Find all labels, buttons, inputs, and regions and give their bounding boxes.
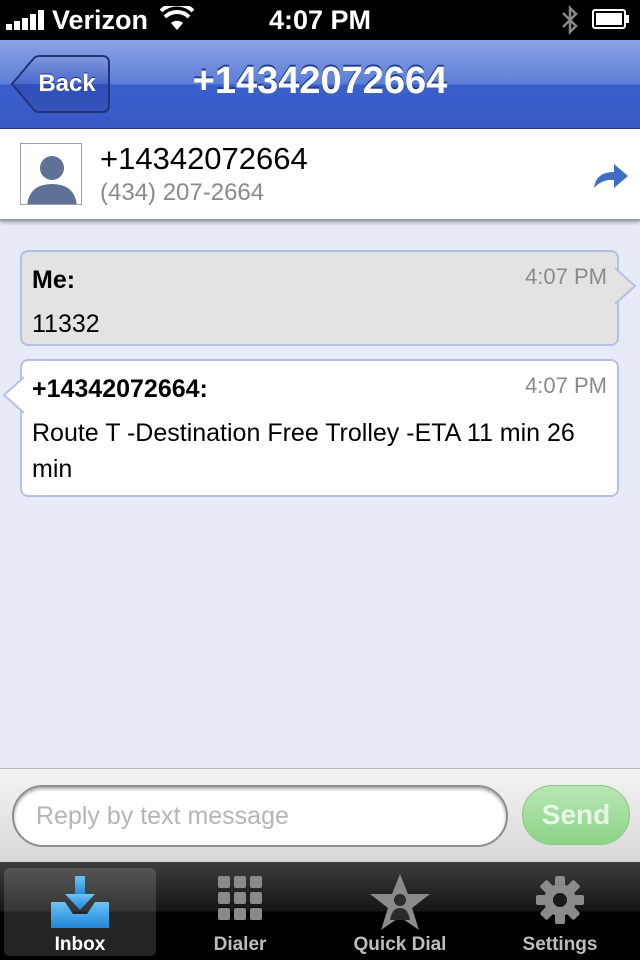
message-sender: +14342072664:: [32, 375, 208, 403]
back-button-label: Back: [38, 70, 96, 97]
gear-icon: [536, 876, 584, 924]
bubble-tail: [615, 267, 637, 305]
status-time: 4:07 PM: [268, 5, 372, 35]
tab-settings[interactable]: Settings: [484, 868, 636, 956]
star-person-icon: [370, 874, 430, 930]
battery-icon: [592, 9, 629, 29]
avatar: [20, 143, 82, 205]
tab-dialer[interactable]: Dialer: [164, 868, 316, 956]
tab-bar: Inbox Dialer Quick Dial Settings: [0, 862, 640, 960]
message-bubble-incoming[interactable]: +14342072664: 4:07 PM Route T -Destinati…: [2, 359, 619, 497]
person-silhouette-icon: [21, 144, 81, 204]
reply-bar: Send: [0, 768, 640, 862]
tab-label: Inbox: [54, 934, 106, 955]
status-bar: Verizon 4:07 PM: [0, 0, 640, 40]
reply-input[interactable]: [12, 785, 508, 847]
bluetooth-icon: [562, 4, 578, 36]
message-text: Route T -Destination Free Trolley -ETA 1…: [32, 419, 575, 483]
tab-label: Dialer: [213, 934, 267, 955]
bubble-tail: [2, 376, 24, 414]
forward-arrow-icon[interactable]: [592, 162, 630, 190]
contact-phone: (434) 207-2664: [100, 179, 265, 206]
message-bubble-outgoing[interactable]: Me: 4:07 PM 11332: [20, 250, 637, 346]
tab-label: Settings: [522, 934, 598, 955]
message-sender: Me:: [32, 266, 76, 294]
message-time: 4:07 PM: [525, 373, 607, 398]
tab-quick-dial[interactable]: Quick Dial: [324, 868, 476, 956]
tab-label: Quick Dial: [353, 934, 447, 955]
message-time: 4:07 PM: [525, 264, 607, 289]
page-title: +14342072664: [192, 60, 448, 102]
message-text: 11332: [32, 310, 100, 338]
navigation-bar: Back +14342072664: [0, 40, 640, 129]
contact-header[interactable]: +14342072664 (434) 207-2664: [0, 129, 640, 221]
back-button[interactable]: Back: [10, 55, 110, 113]
tab-inbox[interactable]: Inbox: [4, 868, 156, 956]
contact-name: +14342072664: [100, 141, 308, 176]
inbox-icon: [51, 876, 109, 928]
send-button[interactable]: Send: [522, 785, 630, 845]
dialer-keypad-icon: [218, 876, 262, 920]
